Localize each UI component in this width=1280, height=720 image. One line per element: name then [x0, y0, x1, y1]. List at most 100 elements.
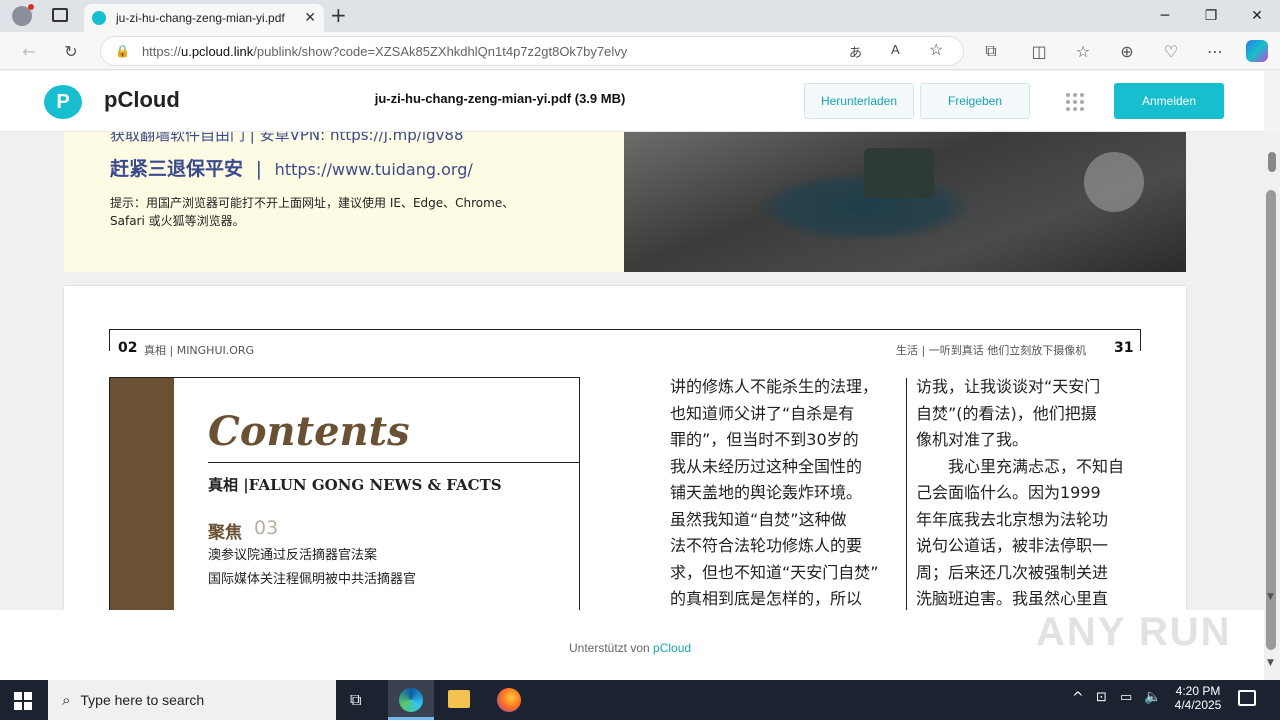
col1-line: 罪的”，但当时不到30岁的 — [670, 430, 859, 449]
col2-line: 周；后来还几次被强制关进 — [916, 562, 1109, 582]
tip-line-1: 提示：用国产浏览器可能打不开上面网址，建议使用 IE、Edge、Chrome、 — [110, 196, 515, 210]
col2-line: 自焚”(的看法)，他们把摄 — [916, 403, 1097, 423]
read-aloud-icon[interactable]: A — [891, 42, 900, 57]
tab-strip: ju-zi-hu-chang-zeng-mian-yi.pdf ✕ + ─ ❐ … — [0, 0, 1280, 32]
close-tab-icon[interactable]: ✕ — [304, 10, 316, 26]
network-icon[interactable]: ▭ — [1120, 690, 1132, 705]
col1-line: 铺天盖地的舆论轰炸环境。 — [670, 483, 863, 502]
pcloud-favicon-icon — [92, 11, 106, 25]
edge-taskbar-button[interactable] — [388, 680, 434, 720]
slogan: 赶紧三退保平安 | https://www.tuidang.org/ — [110, 158, 473, 180]
pcloud-logo-text[interactable]: pCloud — [104, 87, 180, 113]
contents-title: Contents — [208, 408, 410, 455]
pcloud-header: P pCloud ju-zi-hu-chang-zeng-mian-yi.pdf… — [0, 71, 1264, 132]
active-tab[interactable]: ju-zi-hu-chang-zeng-mian-yi.pdf ✕ — [84, 4, 324, 32]
download-button[interactable]: Herunterladen — [804, 83, 914, 119]
split-screen-icon[interactable]: ◫ — [1024, 36, 1054, 66]
file-explorer-icon[interactable] — [448, 690, 470, 708]
col1-line: 的真相到底是怎样的，所以 — [670, 589, 863, 608]
taskbar-search-box[interactable]: ⌕ Type here to search — [48, 680, 336, 720]
slogan-text: 赶紧三退保平安 — [110, 158, 244, 180]
still-life-photo — [624, 132, 1186, 272]
extensions-icon[interactable]: ⧉ — [976, 36, 1006, 66]
share-button[interactable]: Freigeben — [920, 83, 1030, 119]
performance-icon[interactable]: ♡ — [1156, 36, 1186, 66]
apps-grid-icon[interactable] — [1066, 93, 1084, 111]
photo-glass — [1084, 152, 1144, 212]
contents-sidebar-band — [110, 378, 174, 610]
pdf-scroll-thumb[interactable] — [1268, 152, 1276, 172]
url-host: u.pcloud.link — [180, 43, 254, 59]
footer-pcloud-link[interactable]: pCloud — [653, 641, 691, 655]
col1-line: 法不符合法轮功修炼人的要 — [670, 536, 863, 555]
page-scroll-thumb[interactable] — [1266, 190, 1276, 650]
address-bar-row: ← ↻ 🔒 https://u.pcloud.link/publink/show… — [0, 32, 1280, 70]
translate-icon[interactable]: あ — [849, 42, 862, 61]
slogan-url[interactable]: https://www.tuidang.org/ — [275, 160, 473, 179]
more-menu-icon[interactable]: ⋯ — [1200, 36, 1230, 66]
col1-line: 讲的修炼人不能杀生的法理， — [670, 377, 879, 396]
firefox-icon[interactable] — [497, 688, 521, 712]
pdf-page-1: 获取翻墙软件自由门 | 安卓VPN: https://j.mp/lgv88 赶紧… — [64, 132, 1186, 272]
login-button[interactable]: Anmelden — [1114, 83, 1224, 119]
pdf-viewer[interactable]: 获取翻墙软件自由门 | 安卓VPN: https://j.mp/lgv88 赶紧… — [0, 132, 1264, 610]
task-view-icon[interactable]: ⧉ — [350, 690, 361, 710]
minimize-icon[interactable]: ─ — [1142, 0, 1188, 32]
pcloud-footer: Unterstützt von pCloud ANY RUN — [0, 610, 1264, 680]
collections-icon[interactable]: ⊕ — [1112, 36, 1142, 66]
notification-dot — [28, 4, 34, 10]
vertical-scrollbar[interactable]: ▼ ▼ — [1264, 132, 1280, 680]
col1-line: 虽然我知道“自焚”这种做 — [670, 509, 847, 529]
col2-line: 访我，让我谈谈对“天安门 — [916, 377, 1101, 396]
col2-line: 我心里充满忐忑，不知自 — [916, 456, 1125, 476]
file-name: ju-zi-hu-chang-zeng-mian-yi.pdf (3.9 MB) — [374, 91, 626, 106]
url-field[interactable]: 🔒 https://u.pcloud.link/publink/show?cod… — [100, 36, 964, 66]
copilot-icon[interactable] — [1246, 40, 1268, 62]
pdf-page-2: 02 真相 | MINGHUI.ORG 生活 | 一听到真话 他们立刻放下摄像机… — [64, 286, 1186, 610]
col1-line: 我从未经历过这种全国性的 — [670, 456, 863, 476]
tray-device-icon[interactable]: ⊡ — [1096, 690, 1107, 705]
contents-subtitle: 真相 |FALUN GONG NEWS & FACTS — [208, 476, 502, 494]
contents-item-2[interactable]: 国际媒体关注程佩明被中共活摘器官 — [208, 568, 416, 587]
refresh-icon[interactable]: ↻ — [56, 36, 86, 66]
clock-date: 4/4/2025 — [1174, 698, 1222, 712]
clock[interactable]: 4:20 PM 4/4/2025 — [1170, 684, 1226, 712]
article-column-1: 讲的修炼人不能杀生的法理， 也知道师父讲了“自杀是有 罪的”，但当时不到30岁的… — [670, 374, 902, 610]
lock-icon: 🔒 — [115, 44, 130, 58]
search-icon: ⌕ — [62, 691, 71, 709]
photo-jar — [864, 148, 934, 198]
right-running-head: 生活 | 一听到真话 他们立刻放下摄像机 — [896, 344, 1087, 357]
scroll-down-arrow-icon[interactable]: ▼ — [1267, 592, 1274, 602]
contents-item-1[interactable]: 澳参议院通过反活摘器官法案 — [208, 544, 377, 563]
tab-actions-icon[interactable] — [52, 8, 68, 22]
close-window-icon[interactable]: ✕ — [1234, 0, 1280, 32]
pcloud-logo-icon[interactable]: P — [44, 85, 82, 119]
cut-off-line: 获取翻墙软件自由门 | 安卓VPN: https://j.mp/lgv88 — [110, 132, 464, 144]
footer-credit: Unterstützt von pCloud — [569, 641, 691, 655]
notifications-icon[interactable] — [1238, 690, 1256, 706]
windows-start-icon[interactable] — [14, 692, 32, 710]
contents-rule — [208, 462, 580, 463]
col2-line: 己会面临什么。因为1999 — [916, 483, 1101, 502]
col2-line: 像机对准了我。 — [916, 430, 1029, 449]
search-placeholder: Type here to search — [80, 692, 205, 708]
favorite-star-icon[interactable]: ☆ — [929, 40, 943, 60]
favorites-icon[interactable]: ☆ — [1068, 36, 1098, 66]
maximize-icon[interactable]: ❐ — [1188, 0, 1234, 32]
right-page-number: 31 — [1114, 340, 1134, 356]
col2-line: 洗脑班迫害。我虽然心里直 — [916, 589, 1109, 608]
volume-icon[interactable]: 🔈 — [1144, 689, 1161, 705]
back-icon[interactable]: ← — [14, 36, 44, 66]
left-page-number: 02 — [118, 340, 138, 356]
col1-line: 求，但也不知道“天安门自焚” — [670, 562, 879, 582]
footer-prefix: Unterstützt von — [569, 641, 650, 655]
col2-line: 年年底我去北京想为法轮功 — [916, 509, 1109, 529]
tray-expand-icon[interactable]: ^ — [1072, 690, 1084, 706]
page-scroll-down-arrow-icon[interactable]: ▼ — [1267, 658, 1274, 668]
tab-title: ju-zi-hu-chang-zeng-mian-yi.pdf — [116, 11, 285, 25]
header-rule — [109, 329, 1141, 330]
url-prefix: https:// — [141, 43, 181, 59]
col2-line: 说句公道话，被非法停职一 — [916, 536, 1109, 555]
new-tab-button[interactable]: + — [330, 3, 347, 27]
focus-page: 03 — [254, 517, 279, 539]
